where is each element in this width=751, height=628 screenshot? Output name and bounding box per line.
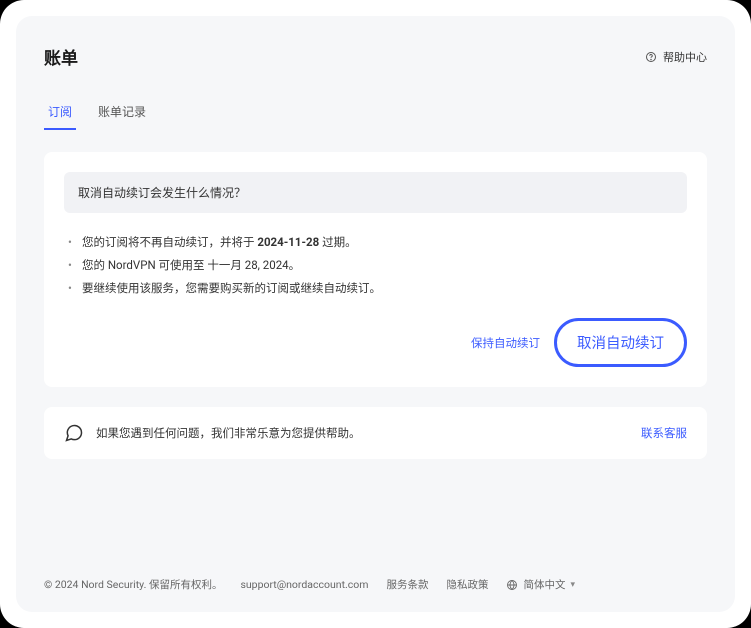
cancel-auto-renew-button[interactable]: 取消自动续订 bbox=[554, 318, 687, 367]
language-selector[interactable]: 简体中文 ▾ bbox=[506, 577, 575, 592]
support-text: 如果您遇到任何问题，我们非常乐意为您提供帮助。 bbox=[96, 425, 361, 441]
privacy-link[interactable]: 隐私政策 bbox=[446, 577, 488, 592]
footer: © 2024 Nord Security. 保留所有权利。 support@no… bbox=[44, 577, 707, 592]
page-title: 账单 bbox=[44, 44, 78, 69]
support-card: 如果您遇到任何问题，我们非常乐意为您提供帮助。 联系客服 bbox=[44, 407, 707, 459]
chevron-down-icon: ▾ bbox=[570, 580, 575, 590]
terms-link[interactable]: 服务条款 bbox=[386, 577, 428, 592]
support-email-link[interactable]: support@nordaccount.com bbox=[240, 578, 368, 591]
list-item: 您的 NordVPN 可使用至 十一月 28, 2024。 bbox=[68, 254, 687, 277]
cancel-info-card: 取消自动续订会发生什么情况？ 您的订阅将不再自动续订，并将于 2024-11-2… bbox=[44, 152, 707, 387]
help-center-link[interactable]: 帮助中心 bbox=[645, 49, 707, 65]
language-label: 简体中文 bbox=[523, 577, 565, 592]
page-header: 账单 帮助中心 bbox=[44, 44, 707, 69]
info-question: 取消自动续订会发生什么情况？ bbox=[64, 172, 687, 213]
tabs: 订阅 账单记录 bbox=[44, 97, 707, 130]
copyright-text: © 2024 Nord Security. 保留所有权利。 bbox=[44, 577, 222, 592]
info-list: 您的订阅将不再自动续订，并将于 2024-11-28 过期。 您的 NordVP… bbox=[64, 231, 687, 300]
chat-icon bbox=[64, 423, 84, 443]
expiry-date: 2024-11-28 bbox=[257, 235, 319, 249]
help-center-label: 帮助中心 bbox=[663, 49, 707, 65]
list-item: 您的订阅将不再自动续订，并将于 2024-11-28 过期。 bbox=[68, 231, 687, 254]
contact-support-link[interactable]: 联系客服 bbox=[641, 425, 687, 441]
tab-subscription[interactable]: 订阅 bbox=[44, 97, 76, 130]
list-item: 要继续使用该服务，您需要购买新的订阅或继续自动续订。 bbox=[68, 277, 687, 300]
keep-auto-renew-button[interactable]: 保持自动续订 bbox=[471, 335, 540, 351]
tab-billing-history[interactable]: 账单记录 bbox=[94, 97, 150, 130]
help-icon bbox=[645, 51, 657, 63]
card-actions: 保持自动续订 取消自动续订 bbox=[64, 318, 687, 367]
globe-icon bbox=[506, 579, 518, 591]
